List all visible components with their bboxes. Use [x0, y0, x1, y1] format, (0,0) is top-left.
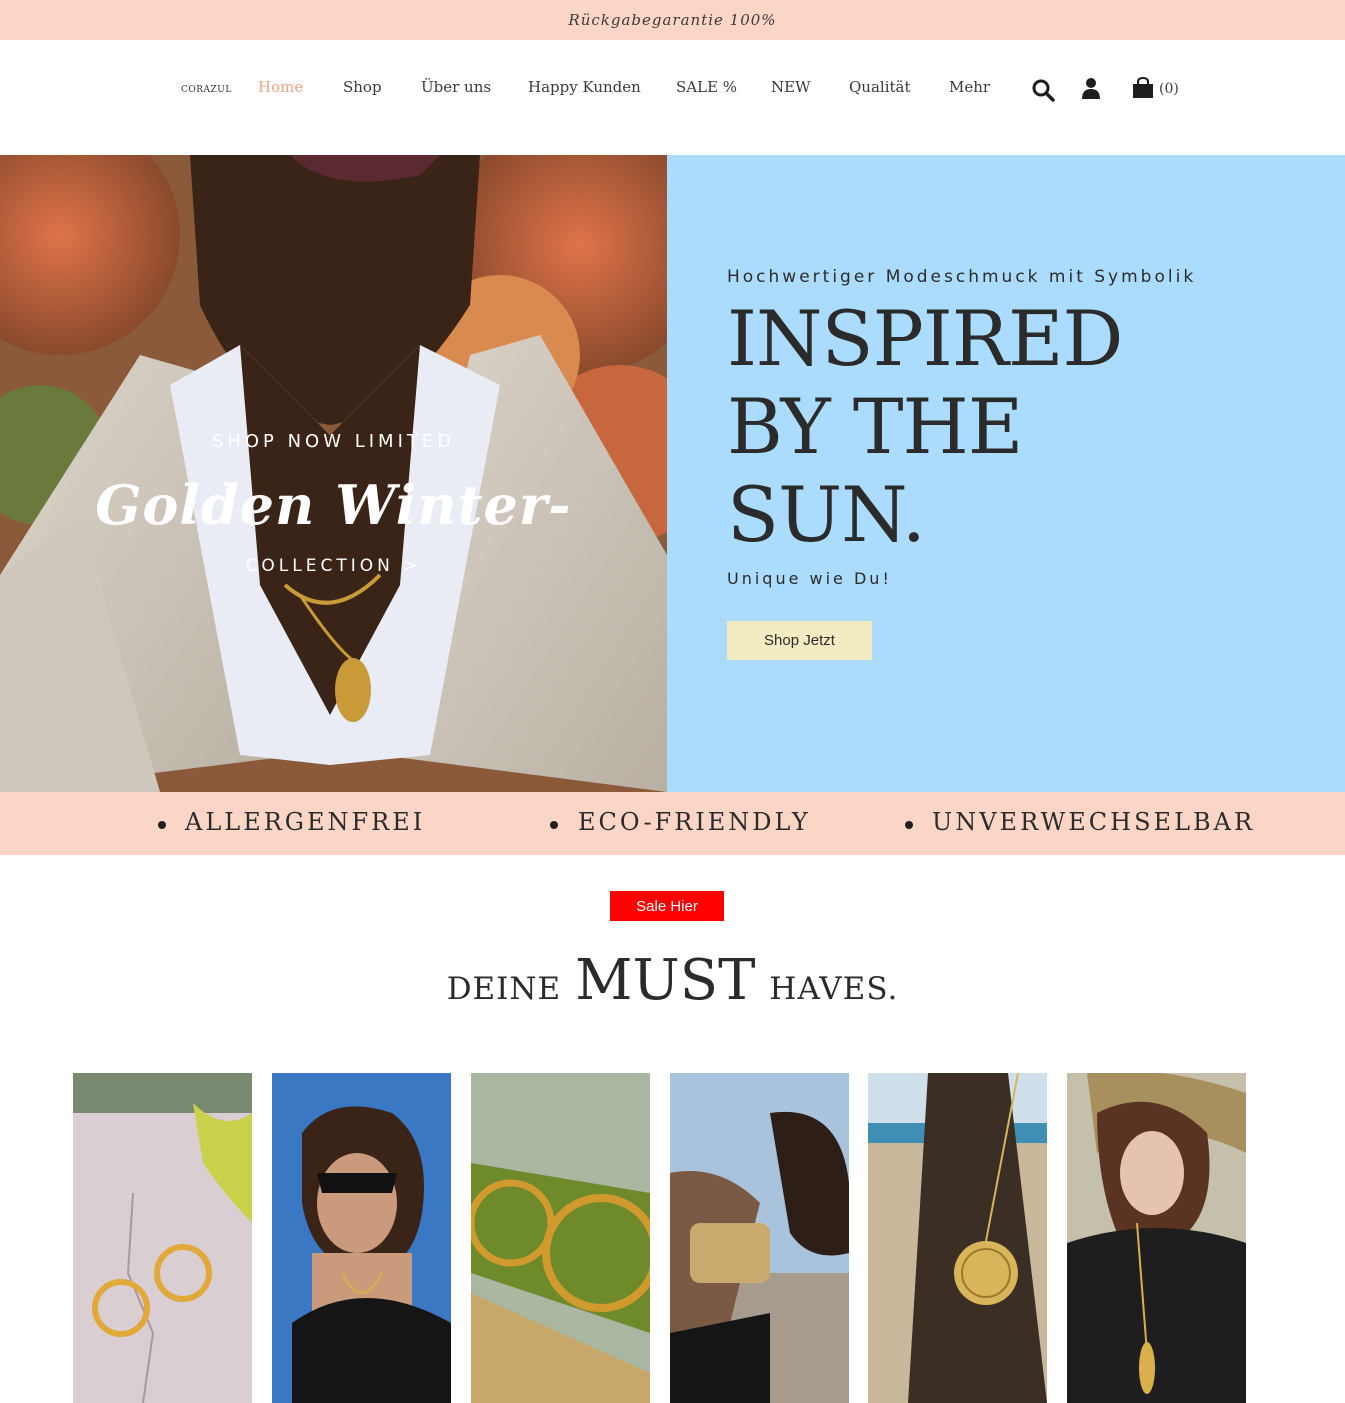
- hero-subtitle: Unique wie Du!: [727, 569, 892, 588]
- heading-part-1: DEINE: [446, 971, 562, 1007]
- cart-count[interactable]: (0): [1159, 81, 1179, 97]
- hero-title-line-3: SUN.: [727, 470, 926, 559]
- hero-kicker: Hochwertiger Modeschmuck mit Symbolik: [727, 267, 1197, 287]
- sale-button[interactable]: Sale Hier: [610, 891, 724, 921]
- hero-overlay-title: Golden Winter-: [95, 473, 572, 537]
- nav-sale[interactable]: SALE %: [676, 78, 737, 96]
- usp-unverwechselbar: UNVERWECHSELBAR: [932, 808, 1256, 836]
- shop-now-button[interactable]: Shop Jetzt: [727, 621, 872, 660]
- heading-part-3: HAVES.: [769, 971, 899, 1007]
- bullet-icon: [905, 821, 913, 829]
- product-image: [670, 1073, 849, 1403]
- product-image: [868, 1073, 1047, 1403]
- nav-happy-customers[interactable]: Happy Kunden: [528, 78, 641, 96]
- nav-about[interactable]: Über uns: [421, 78, 491, 96]
- product-tile[interactable]: [670, 1073, 849, 1403]
- product-tile[interactable]: [471, 1073, 650, 1403]
- announcement-bar: Rückgabegarantie 100%: [0, 0, 1345, 40]
- cart-icon[interactable]: [1131, 76, 1155, 100]
- nav-more[interactable]: Mehr: [949, 78, 990, 96]
- product-tile[interactable]: [272, 1073, 451, 1403]
- nav-quality[interactable]: Qualität: [849, 78, 911, 96]
- hero-title: INSPIRED BY THE SUN.: [727, 295, 1287, 559]
- product-image: [471, 1073, 650, 1403]
- hero-overlay-kicker: SHOP NOW LIMITED: [211, 431, 456, 452]
- hero-collection-link[interactable]: COLLECTION >: [0, 556, 667, 576]
- usp-eco-friendly: ECO-FRIENDLY: [578, 808, 811, 836]
- heading-part-2: MUST: [575, 948, 756, 1013]
- product-tile[interactable]: [73, 1073, 252, 1403]
- logo[interactable]: CORAZUL: [181, 85, 232, 95]
- product-image: [272, 1073, 451, 1403]
- announcement-text: Rückgabegarantie 100%: [568, 11, 777, 29]
- usp-bar: ALLERGENFREI ECO-FRIENDLY UNVERWECHSELBA…: [0, 792, 1345, 855]
- hero-image[interactable]: SHOP NOW LIMITED Golden Winter- COLLECTI…: [0, 155, 667, 792]
- product-tile[interactable]: [1067, 1073, 1246, 1403]
- product-tile[interactable]: [868, 1073, 1047, 1403]
- product-image: [1067, 1073, 1246, 1403]
- search-icon[interactable]: [1031, 78, 1055, 102]
- hero-title-line-1: INSPIRED: [727, 294, 1123, 383]
- nav-new[interactable]: NEW: [771, 78, 811, 96]
- bullet-icon: [550, 821, 558, 829]
- product-image: [73, 1073, 252, 1403]
- bullet-icon: [158, 821, 166, 829]
- section-heading: DEINE MUST HAVES.: [0, 948, 1345, 1013]
- hero-title-line-2: BY THE: [727, 382, 1023, 471]
- user-icon[interactable]: [1081, 77, 1101, 101]
- nav-shop[interactable]: Shop: [343, 78, 382, 96]
- nav-home[interactable]: Home: [258, 78, 303, 96]
- usp-allergenfrei: ALLERGENFREI: [185, 808, 426, 836]
- hero-text-panel: Hochwertiger Modeschmuck mit Symbolik IN…: [667, 155, 1345, 792]
- site-header: CORAZUL Home Shop Über uns Happy Kunden …: [0, 40, 1345, 155]
